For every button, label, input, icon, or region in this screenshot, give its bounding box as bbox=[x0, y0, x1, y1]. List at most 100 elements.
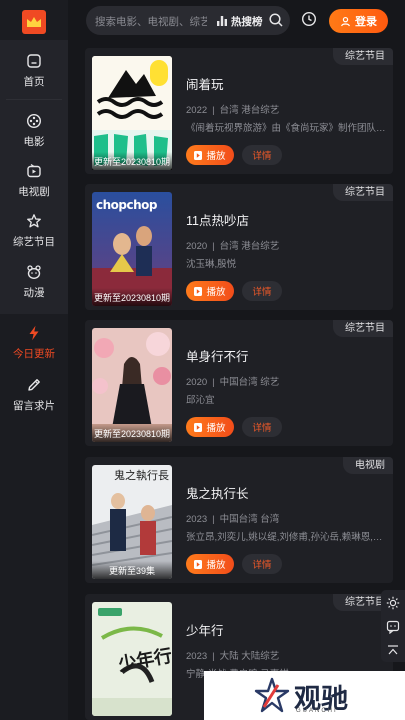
hot-list-button[interactable]: 热搜榜 bbox=[216, 11, 263, 31]
poster-image[interactable]: 鬼之執行長 更新至39集 bbox=[92, 465, 172, 579]
sidebar-item-label: 电视剧 bbox=[18, 186, 50, 198]
theme-sun-icon[interactable] bbox=[386, 596, 400, 610]
list-item[interactable]: 综艺节目 更新至20230810期 单身行不行 2020 | 中国台湾 综艺 邱沁宜… bbox=[85, 320, 393, 446]
description: 邱沁宜 bbox=[186, 395, 215, 406]
sidebar-item-variety[interactable]: 综艺节目 bbox=[0, 213, 68, 249]
poster-update-overlay: 更新至20230810期 bbox=[92, 152, 172, 170]
detail-button[interactable]: 详情 bbox=[242, 145, 282, 165]
description: 沈玉琳,殷悦 bbox=[186, 259, 237, 270]
separator: | bbox=[212, 377, 215, 388]
play-icon bbox=[194, 559, 203, 569]
play-label: 播放 bbox=[206, 287, 226, 298]
category-badge: 综艺节目 bbox=[333, 48, 393, 65]
sidebar-item-home[interactable]: 首页 bbox=[0, 53, 68, 89]
sidebar-item-label: 综艺节目 bbox=[13, 236, 55, 248]
login-label: 登录 bbox=[355, 16, 377, 28]
search-input[interactable]: 搜索电影、电视剧、综艺、动漫 bbox=[95, 14, 207, 29]
film-reel-icon bbox=[26, 113, 42, 129]
poster-image[interactable]: chopchop 更新至20230810期 bbox=[92, 192, 172, 306]
update-status: 更新至39集 bbox=[92, 561, 172, 579]
play-label: 播放 bbox=[206, 560, 226, 571]
sidebar: 首页 电影 电视剧 综艺节目 动漫 今日更新 留言求片 bbox=[0, 0, 68, 720]
separator: | bbox=[212, 514, 215, 525]
title[interactable]: 少年行 bbox=[186, 620, 224, 639]
category-badge: 电视剧 bbox=[343, 457, 393, 474]
update-status: 更新至20230810期 bbox=[92, 424, 172, 442]
category-badge: 综艺节目 bbox=[333, 184, 393, 201]
poster-text: chopchop bbox=[96, 198, 157, 212]
play-button[interactable]: 播放 bbox=[186, 145, 234, 165]
year: 2020 bbox=[186, 241, 208, 252]
poster-image[interactable]: 少年行 bbox=[92, 602, 172, 716]
separator: | bbox=[212, 651, 215, 662]
detail-button[interactable]: 详情 bbox=[242, 417, 282, 437]
play-button[interactable]: 播放 bbox=[186, 281, 234, 301]
separator: | bbox=[212, 241, 215, 252]
meta: 2022 | 台湾 港台综艺 bbox=[186, 102, 279, 116]
search-icon[interactable] bbox=[268, 12, 284, 28]
watermark-logo-icon bbox=[254, 677, 290, 713]
floating-toolbar bbox=[381, 590, 405, 662]
sidebar-item-request[interactable]: 留言求片 bbox=[0, 377, 68, 413]
sidebar-item-label: 今日更新 bbox=[13, 348, 55, 360]
meta: 2023 | 大陆 大陆综艺 bbox=[186, 648, 279, 662]
list-item[interactable]: 综艺节目 chopchop 更新至20230810期 11点热吵店 2020 | 台… bbox=[85, 184, 393, 310]
watermark: 观驰 GUANCHI bbox=[204, 671, 405, 720]
region: 中国台湾 台湾 bbox=[219, 514, 280, 525]
sidebar-item-anime[interactable]: 动漫 bbox=[0, 264, 68, 300]
region: 台湾 港台综艺 bbox=[219, 105, 280, 116]
lightning-icon bbox=[29, 325, 39, 341]
bear-icon bbox=[27, 265, 41, 280]
sidebar-item-label: 留言求片 bbox=[13, 400, 55, 412]
region: 台湾 港台综艺 bbox=[219, 241, 280, 252]
meta: 2020 | 中国台湾 综艺 bbox=[186, 374, 279, 388]
play-icon bbox=[194, 286, 203, 296]
home-icon bbox=[27, 54, 41, 68]
year: 2020 bbox=[186, 377, 208, 388]
user-icon bbox=[341, 16, 350, 26]
star-icon bbox=[27, 214, 41, 228]
year: 2023 bbox=[186, 514, 208, 525]
sidebar-item-tv[interactable]: 电视剧 bbox=[0, 163, 68, 199]
year: 2022 bbox=[186, 105, 208, 116]
history-clock-icon[interactable] bbox=[301, 11, 317, 27]
title[interactable]: 单身行不行 bbox=[186, 346, 249, 365]
hot-list-label: 热搜榜 bbox=[231, 15, 263, 28]
tv-icon bbox=[27, 164, 41, 178]
sidebar-item-label: 电影 bbox=[23, 136, 45, 148]
divider bbox=[6, 99, 62, 100]
play-icon bbox=[194, 422, 203, 432]
category-badge: 综艺节目 bbox=[333, 320, 393, 337]
bar-chart-icon bbox=[217, 16, 227, 26]
detail-button[interactable]: 详情 bbox=[242, 554, 282, 574]
watermark-subtext: GUANCHI bbox=[296, 708, 338, 714]
list-item[interactable]: 电视剧 鬼之執行長 更新至39集 鬼之执行长 2023 | 中国台湾 台湾 张立昂,… bbox=[85, 457, 393, 583]
play-button[interactable]: 播放 bbox=[186, 417, 234, 437]
play-button[interactable]: 播放 bbox=[186, 554, 234, 574]
update-status: 更新至20230810期 bbox=[92, 288, 172, 306]
title[interactable]: 闹着玩 bbox=[186, 74, 224, 93]
poster-image[interactable]: 更新至20230810期 bbox=[92, 328, 172, 442]
detail-button[interactable]: 详情 bbox=[242, 281, 282, 301]
sidebar-item-movie[interactable]: 电影 bbox=[0, 113, 68, 149]
title[interactable]: 鬼之执行长 bbox=[186, 483, 249, 502]
app-logo[interactable] bbox=[22, 10, 46, 34]
crown-icon bbox=[27, 17, 41, 27]
search-bar[interactable]: 搜索电影、电视剧、综艺、动漫 热搜榜 bbox=[86, 6, 290, 35]
login-button[interactable]: 登录 bbox=[329, 9, 388, 33]
region: 中国台湾 综艺 bbox=[219, 377, 280, 388]
message-icon[interactable] bbox=[386, 620, 400, 634]
update-status: 更新至20230810期 bbox=[92, 152, 172, 170]
region: 大陆 大陆综艺 bbox=[219, 651, 280, 662]
pencil-icon bbox=[28, 379, 40, 391]
description: 张立昂,刘奕儿,姚以缇,刘修甫,孙沁岳,赖琳恩,沈孟... bbox=[186, 532, 386, 543]
description: 《闹着玩视界旅游》由《食尚玩家》制作团队以及... bbox=[186, 123, 386, 134]
poster-text: 鬼之執行長 bbox=[114, 469, 169, 482]
year: 2023 bbox=[186, 651, 208, 662]
sidebar-item-today-update[interactable]: 今日更新 bbox=[0, 325, 68, 361]
separator: | bbox=[212, 105, 215, 116]
play-label: 播放 bbox=[206, 423, 226, 434]
meta: 2023 | 中国台湾 台湾 bbox=[186, 511, 279, 525]
title[interactable]: 11点热吵店 bbox=[186, 210, 249, 229]
back-to-top-icon[interactable] bbox=[386, 644, 400, 658]
